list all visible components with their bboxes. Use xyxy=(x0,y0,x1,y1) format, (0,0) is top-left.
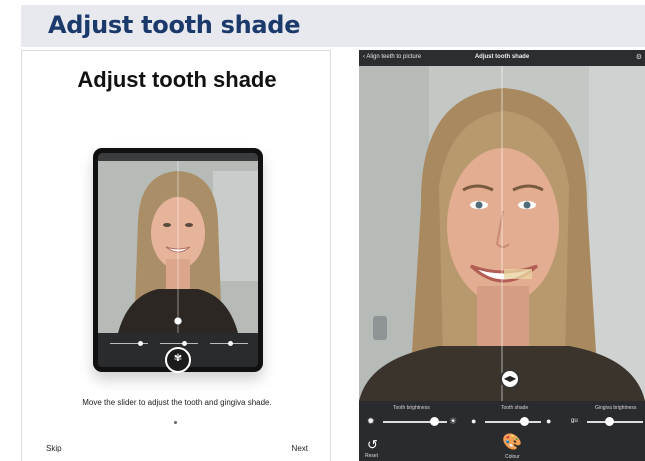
tablet-illustration xyxy=(93,148,263,372)
settings-icon[interactable]: ⚙ xyxy=(636,53,642,61)
mini-slider-tooth-brightness xyxy=(110,341,148,346)
reset-label: Reset xyxy=(365,453,379,459)
tutorial-panel: Adjust tooth shade ✾ Move the slider to … xyxy=(21,50,331,461)
tooth-shade-dark-icon: ● xyxy=(546,416,552,426)
tablet-screen xyxy=(98,153,258,367)
skip-button[interactable]: Skip xyxy=(46,444,62,453)
mini-slider-tooth-shade xyxy=(160,341,198,346)
instruction-text: Move the slider to adjust the tooth and … xyxy=(82,398,272,407)
banner-title: Adjust tooth shade xyxy=(48,11,301,39)
screen-topbar: ‹ Align teeth to picture Adjust tooth sh… xyxy=(359,50,645,66)
mini-slider-gingiva-brightness xyxy=(210,341,248,346)
mini-palette-icon: ✾ xyxy=(173,353,183,364)
gingiva-icon: ᵍᵘ xyxy=(571,416,578,426)
tooth-brightness-slider[interactable] xyxy=(383,417,447,426)
gingiva-brightness-label: Gingiva brightness xyxy=(595,405,637,411)
tooth-brightness-label: Tooth brightness xyxy=(393,405,430,411)
palette-icon[interactable]: 🎨 xyxy=(502,432,524,454)
tooth-shade-label: Tooth shade xyxy=(501,405,529,411)
page-indicator-dot xyxy=(174,421,177,424)
split-compare-button[interactable]: ◀▶ xyxy=(500,369,520,389)
header-banner: Adjust tooth shade xyxy=(21,5,645,47)
gingiva-brightness-knob[interactable] xyxy=(604,417,614,426)
brightness-low-icon: ✹ xyxy=(367,416,375,426)
tutorial-title: Adjust tooth shade xyxy=(77,67,277,92)
brightness-high-icon: ☀ xyxy=(449,416,458,426)
palette-label: Colour xyxy=(505,454,520,460)
shade-screen: ‹ Align teeth to picture Adjust tooth sh… xyxy=(359,50,645,461)
portrait-photo xyxy=(359,66,645,401)
tooth-brightness-knob[interactable] xyxy=(429,417,439,426)
next-button[interactable]: Next xyxy=(292,444,308,453)
screen-title: Adjust tooth shade xyxy=(474,54,530,60)
split-compare-icon: ◀▶ xyxy=(503,374,517,383)
mini-portrait-photo xyxy=(98,161,258,333)
tooth-shade-knob[interactable] xyxy=(519,417,529,426)
gingiva-brightness-slider[interactable] xyxy=(587,417,643,426)
tooth-shade-light-icon: ● xyxy=(471,416,477,426)
mini-topbar xyxy=(98,153,258,161)
mini-palette-button: ✾ xyxy=(165,347,191,373)
shade-controls-bar: Tooth brightness Tooth shade Gingiva bri… xyxy=(359,401,645,461)
tooth-shade-slider[interactable] xyxy=(485,417,541,426)
reset-icon[interactable]: ↺ xyxy=(367,437,378,453)
